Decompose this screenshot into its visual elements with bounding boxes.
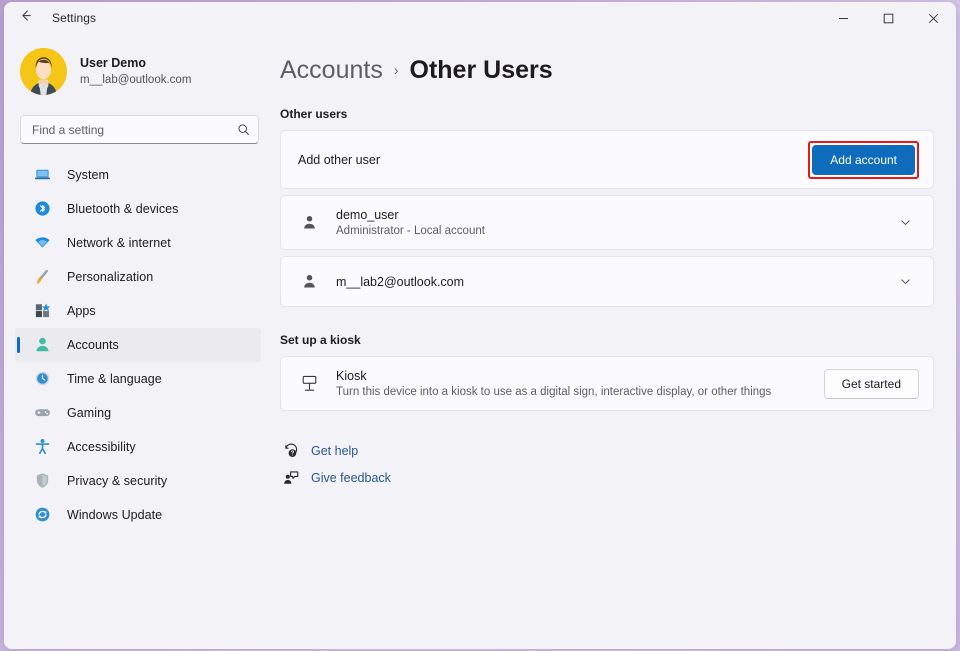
sidebar-item-label: Apps [67,303,96,318]
footer-links: Get help Give feedback [280,437,934,491]
other-users-section-label: Other users [280,107,348,121]
sidebar-item-accounts[interactable]: Accounts [15,328,261,362]
breadcrumb-accounts-link[interactable]: Accounts [280,56,383,85]
user-name: m__lab2@outlook.com [336,274,465,289]
search-input[interactable] [32,122,237,137]
search-icon [237,123,250,136]
breadcrumb: Accounts › Other Users [280,56,934,85]
sidebar-item-windows-update[interactable]: Windows Update [15,498,261,532]
sidebar-item-apps[interactable]: Apps [15,294,261,328]
user-row-m-lab2[interactable]: m__lab2@outlook.com [280,256,934,307]
profile-name: User Demo [80,56,146,70]
feedback-icon [281,470,301,486]
search-box[interactable] [20,115,259,144]
gamepad-icon [33,404,51,422]
add-other-user-row: Add other user Add account [280,130,934,189]
profile-card[interactable]: User Demo m__lab@outlook.com [15,38,261,99]
sidebar-item-label: Gaming [67,405,112,420]
page-title: Other Users [409,56,553,84]
person-icon [298,214,320,231]
give-feedback-link[interactable]: Give feedback [281,464,391,491]
sidebar-item-label: Time & language [67,371,162,386]
help-icon [281,443,301,459]
paintbrush-icon [33,268,51,286]
laptop-icon [33,166,51,184]
window-title: Settings [52,11,97,25]
shield-icon [33,472,51,490]
chevron-down-icon[interactable] [891,216,919,229]
add-account-highlight: Add account [808,140,919,179]
sidebar-item-accessibility[interactable]: Accessibility [15,430,261,464]
kiosk-description: Turn this device into a kiosk to use as … [336,385,772,398]
sidebar: User Demo m__lab@outlook.com Find a sett… [4,34,272,649]
breadcrumb-separator-icon: › [393,62,399,78]
sidebar-item-label: Bluetooth & devices [67,201,179,216]
profile-email: m__lab@outlook.com [80,74,192,86]
accessibility-icon [33,438,51,456]
update-icon [33,506,51,524]
user-name: demo_user [336,207,399,222]
title-bar: Settings [4,2,956,34]
clock-globe-icon [33,370,51,388]
sidebar-item-personalization[interactable]: Personalization [15,260,261,294]
kiosk-title: Kiosk [336,368,367,383]
kiosk-icon [298,374,320,393]
add-account-button[interactable]: Add account [812,144,915,175]
profile-meta: User Demo m__lab@outlook.com [80,55,191,88]
kiosk-row: Kiosk Turn this device into a kiosk to u… [280,356,934,411]
chevron-down-icon[interactable] [891,275,919,288]
person-icon [33,336,51,354]
maximize-button[interactable] [866,2,911,34]
minimize-button[interactable] [821,2,866,34]
sidebar-item-label: Network & internet [67,235,171,250]
bluetooth-icon [33,200,51,218]
wifi-icon [33,234,51,252]
user-row-demo-user[interactable]: demo_user Administrator - Local account [280,195,934,250]
sidebar-item-network-internet[interactable]: Network & internet [15,226,261,260]
person-icon [298,273,320,290]
sidebar-nav: System Bluetooth & devices Network & int… [15,158,261,532]
sidebar-item-system[interactable]: System [15,158,261,192]
kiosk-get-started-button[interactable]: Get started [823,368,919,399]
sidebar-item-gaming[interactable]: Gaming [15,396,261,430]
content-area: User Demo m__lab@outlook.com Find a sett… [4,34,956,649]
main-pane: Accounts › Other Users Other users Add o… [272,34,956,649]
get-help-label: Get help [311,443,359,458]
sidebar-item-label: System [67,167,109,182]
sidebar-item-label: Privacy & security [67,473,168,488]
user-detail: Administrator - Local account [336,224,485,237]
apps-icon [33,302,51,320]
give-feedback-label: Give feedback [311,470,391,485]
sidebar-item-label: Windows Update [67,507,163,522]
user-info: m__lab2@outlook.com [336,274,891,290]
sidebar-item-privacy-security[interactable]: Privacy & security [15,464,261,498]
sidebar-item-bluetooth-devices[interactable]: Bluetooth & devices [15,192,261,226]
sidebar-item-time-language[interactable]: Time & language [15,362,261,396]
sidebar-item-label: Accounts [67,337,119,352]
sidebar-item-label: Personalization [67,269,154,284]
kiosk-info: Kiosk Turn this device into a kiosk to u… [336,368,824,400]
get-help-link[interactable]: Get help [281,437,358,464]
user-info: demo_user Administrator - Local account [336,207,891,239]
window-controls [821,2,956,34]
back-button[interactable] [10,4,40,32]
sidebar-item-label: Accessibility [67,439,136,454]
kiosk-section-label: Set up a kiosk [280,333,361,347]
arrow-left-icon [18,8,33,28]
settings-window: Settings User Demo m__lab@outlook.com Fi… [4,2,956,649]
close-button[interactable] [911,2,956,34]
avatar [20,48,67,95]
add-other-user-label: Add other user [298,152,380,167]
